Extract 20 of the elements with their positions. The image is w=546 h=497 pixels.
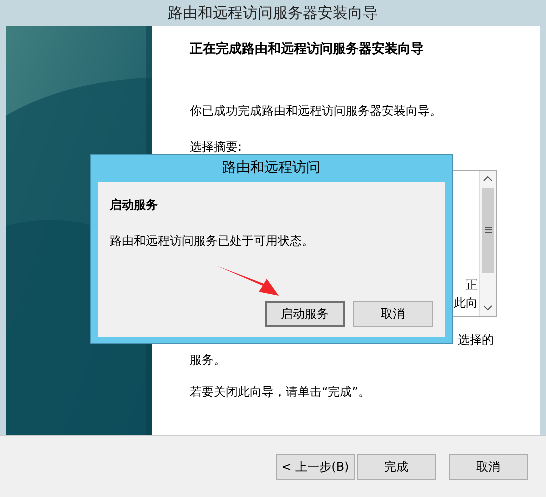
grip-icon — [484, 227, 492, 233]
cancel-button[interactable]: 取消 — [353, 301, 433, 327]
window-title: 路由和远程访问服务器安装向导 — [168, 2, 378, 24]
intro-text: 你已成功完成路由和远程访问服务器安装向导。 — [190, 102, 443, 120]
note-text: 选择的 — [458, 332, 495, 348]
dialog-message: 路由和远程访问服务已处于可用状态。 — [110, 233, 315, 250]
note-text: 服务。 — [190, 352, 227, 368]
finish-button[interactable]: 完成 — [357, 454, 436, 480]
scroll-thumb[interactable] — [482, 188, 494, 272]
scrollbar[interactable] — [479, 170, 496, 316]
dialog-title: 路由和远程访问 — [222, 159, 320, 178]
wizard-heading: 正在完成路由和远程访问服务器安装向导 — [190, 40, 425, 59]
close-hint: 若要关闭此向导，请单击“完成”。 — [190, 384, 372, 400]
summary-line: 正 — [466, 276, 478, 294]
summary-label: 选择摘要: — [190, 138, 244, 156]
back-button[interactable]: < 上一步(B) — [276, 454, 355, 480]
summary-line: 此向 — [454, 294, 478, 312]
dialog-heading: 启动服务 — [110, 197, 159, 214]
start-service-button[interactable]: 启动服务 — [265, 301, 345, 327]
cancel-button[interactable]: 取消 — [449, 454, 528, 480]
